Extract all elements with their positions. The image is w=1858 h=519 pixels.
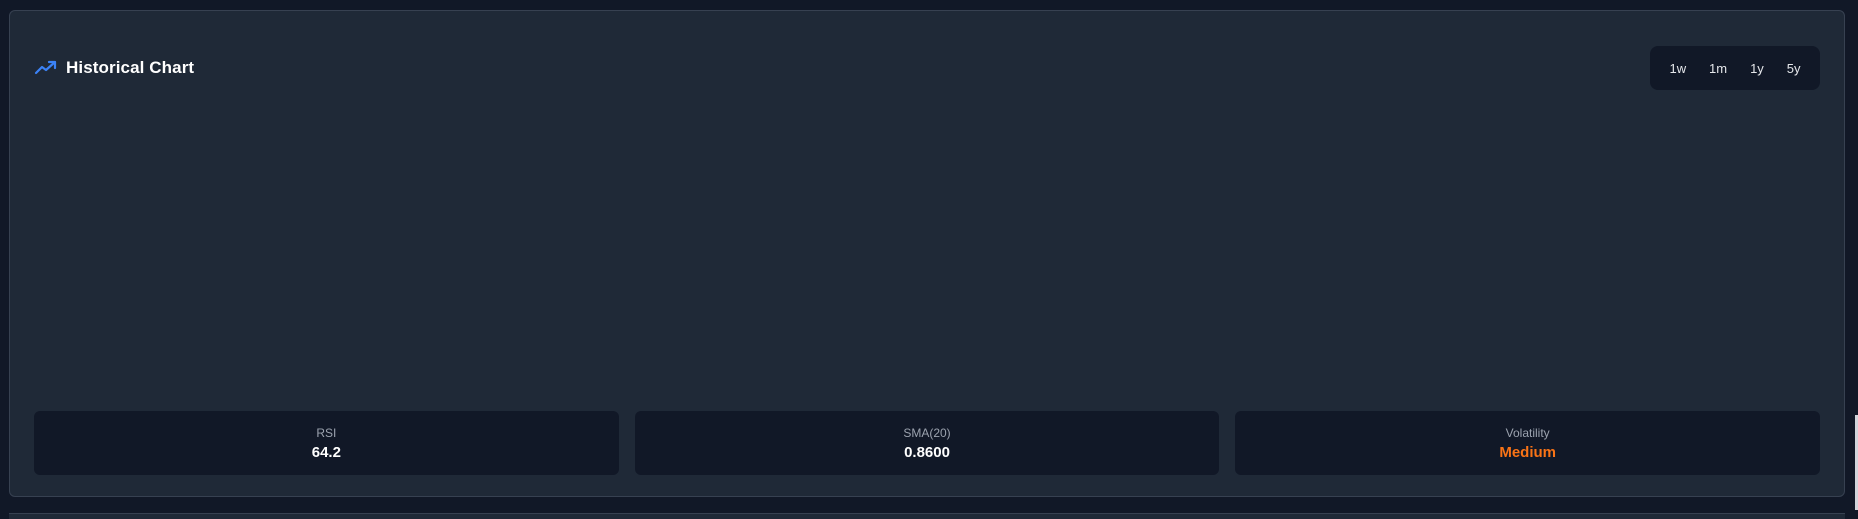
next-card-edge: [9, 513, 1845, 519]
stat-label: Volatility: [1505, 425, 1550, 440]
stat-value: 64.2: [311, 443, 341, 461]
stat-sma: SMA(20) 0.8600: [634, 411, 1220, 475]
stat-value: 0.8600: [904, 443, 950, 461]
title-group: Historical Chart: [34, 58, 194, 78]
stat-volatility: Volatility Medium: [1235, 411, 1821, 475]
stat-label: RSI: [316, 425, 337, 440]
historical-chart-card: Historical Chart 1w 1m 1y 5y RSI 64.2 SM…: [9, 10, 1845, 497]
time-range-selector: 1w 1m 1y 5y: [1650, 46, 1820, 90]
range-button-5y[interactable]: 5y: [1781, 55, 1807, 82]
range-button-1w[interactable]: 1w: [1663, 55, 1692, 82]
trending-up-icon: [34, 58, 58, 78]
stat-label: SMA(20): [903, 425, 951, 440]
stat-value: Medium: [1499, 443, 1557, 461]
range-button-1y[interactable]: 1y: [1744, 55, 1770, 82]
card-title: Historical Chart: [66, 58, 195, 77]
stats-row: RSI 64.2 SMA(20) 0.8600 Volatility Mediu…: [34, 411, 1821, 475]
stat-rsi: RSI 64.2: [34, 411, 619, 475]
card-header: Historical Chart 1w 1m 1y 5y: [34, 46, 1820, 90]
range-button-1m[interactable]: 1m: [1703, 55, 1733, 82]
chart-area: [34, 101, 1820, 401]
